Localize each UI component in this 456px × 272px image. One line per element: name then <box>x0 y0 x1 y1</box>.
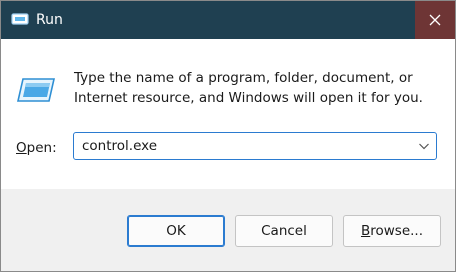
open-accesskey: O <box>16 140 27 156</box>
run-icon <box>11 13 29 25</box>
run-dialog: Run Type the name of a program, folder, … <box>0 0 456 272</box>
open-label-text: pen: <box>26 140 57 156</box>
open-input[interactable]: control.exe <box>82 137 157 155</box>
ok-button[interactable]: OK <box>127 215 225 247</box>
window-title: Run <box>36 12 63 28</box>
run-program-icon <box>17 78 55 102</box>
chevron-down-icon[interactable] <box>418 141 430 151</box>
browse-label-text: rowse... <box>370 223 424 239</box>
browse-button[interactable]: Browse... <box>343 215 441 247</box>
dialog-body: Type the name of a program, folder, docu… <box>1 39 455 189</box>
description-text: Type the name of a program, folder, docu… <box>74 70 423 106</box>
close-button[interactable] <box>415 1 455 39</box>
title-bar[interactable]: Run <box>1 1 455 39</box>
browse-accesskey: B <box>360 223 371 239</box>
close-icon <box>429 14 441 26</box>
open-combobox[interactable]: control.exe <box>73 132 437 160</box>
open-label: Open: <box>16 138 57 158</box>
dialog-footer: OK Cancel Browse... <box>1 189 455 271</box>
cancel-button[interactable]: Cancel <box>235 215 333 247</box>
